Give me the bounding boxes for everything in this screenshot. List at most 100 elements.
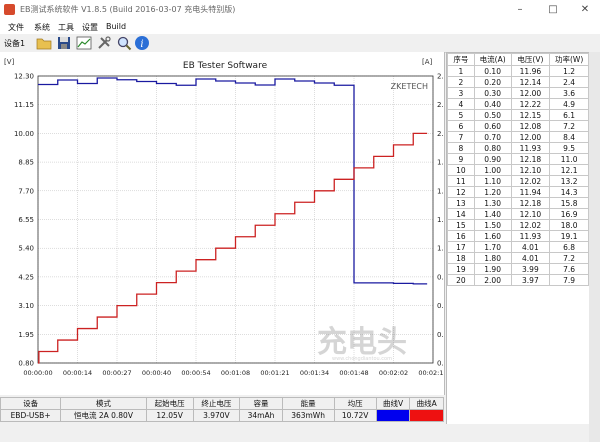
curve-v-swatch[interactable] (375, 409, 411, 422)
y-right-tick-label: 2.50 (437, 73, 444, 81)
cell-power: 18.0 (549, 219, 589, 231)
x-tick-label: 00:01:34 (300, 369, 329, 377)
window-title: EB测试系统软件 V1.8.5 (Build 2016-03-07 充电头特别版… (20, 5, 236, 14)
status-capacity: 34mAh (239, 409, 283, 422)
cell-voltage: 12.00 (510, 87, 551, 99)
cell-voltage: 3.99 (510, 263, 551, 275)
save-icon[interactable] (56, 35, 72, 51)
table-row[interactable]: 11 1.10 12.02 13.2 (447, 175, 589, 187)
cell-current: 1.50 (473, 219, 512, 231)
y-right-tick-label: 0.75 (437, 273, 444, 281)
menu-bar: 文件 系统 工具 设置 Build (0, 20, 600, 34)
table-row[interactable]: 20 2.00 3.97 7.9 (447, 274, 589, 286)
status-h-curve-a: 曲线A (409, 397, 444, 410)
table-row[interactable]: 15 1.50 12.02 18.0 (447, 219, 589, 231)
cell-voltage: 12.14 (510, 76, 551, 88)
folder-icon[interactable] (36, 35, 52, 51)
col-header-index[interactable]: 序号 (447, 53, 475, 66)
table-row[interactable]: 12 1.20 11.94 14.3 (447, 186, 589, 198)
cell-current: 1.70 (473, 241, 512, 253)
y-right-tick-label: 0.50 (437, 302, 444, 310)
status-mode: 恒电流 2A 0.80V (60, 409, 147, 422)
cell-voltage: 12.22 (510, 98, 551, 110)
table-row[interactable]: 8 0.80 11.93 9.5 (447, 142, 589, 154)
col-header-power[interactable]: 功率(W) (549, 53, 589, 66)
status-h-curve-v: 曲线V (375, 397, 411, 410)
status-avg-v: 10.72V (333, 409, 377, 422)
cell-power: 7.2 (549, 120, 589, 132)
curve-a-swatch[interactable] (409, 409, 444, 422)
menu-file[interactable]: 文件 (8, 22, 24, 33)
cell-current: 1.30 (473, 197, 512, 209)
menu-build[interactable]: Build (106, 22, 126, 31)
status-h-device: 设备 (0, 397, 62, 410)
status-header-row: 设备 模式 起始电压 终止电压 容量 能量 均压 曲线V 曲线A (0, 397, 444, 410)
table-row[interactable]: 3 0.30 12.00 3.6 (447, 87, 589, 99)
zketech-watermark: ZKETECH (391, 82, 428, 91)
cell-index: 15 (447, 219, 475, 231)
status-h-end-v: 终止电压 (192, 397, 241, 410)
cell-current: 2.00 (473, 274, 512, 286)
table-row[interactable]: 10 1.00 12.10 12.1 (447, 164, 589, 176)
cell-voltage: 12.10 (510, 208, 551, 220)
cell-index: 1 (447, 65, 475, 77)
maximize-button[interactable]: □ (538, 0, 568, 20)
table-header-row: 序号 电流(A) 电压(V) 功率(W) (447, 53, 589, 66)
x-tick-label: 00:01:08 (221, 369, 250, 377)
cell-current: 1.20 (473, 186, 512, 198)
left-axis-unit: [V] (4, 58, 15, 66)
search-icon[interactable] (116, 35, 132, 51)
cell-voltage: 3.97 (510, 274, 551, 286)
cell-voltage: 11.93 (510, 142, 551, 154)
data-table: 序号 电流(A) 电压(V) 功率(W) 1 0.10 11.96 1.2 2 0.20 1… (447, 53, 589, 286)
table-row[interactable]: 4 0.40 12.22 4.9 (447, 98, 589, 110)
status-end-v: 3.970V (192, 409, 241, 422)
status-energy: 363mWh (281, 409, 335, 422)
chart-icon[interactable] (76, 35, 92, 51)
menu-tools[interactable]: 工具 (58, 22, 74, 33)
col-header-voltage[interactable]: 电压(V) (510, 53, 551, 66)
y-left-tick-label: 7.70 (18, 187, 34, 195)
cell-voltage: 12.02 (510, 175, 551, 187)
chart-panel: EB Tester Software [V] [A] ZKETECH 12.30… (0, 52, 453, 395)
col-header-current[interactable]: 电流(A) (473, 53, 512, 66)
y-left-tick-label: 10.00 (14, 130, 34, 138)
table-row[interactable]: 17 1.70 4.01 6.8 (447, 241, 589, 253)
cell-voltage: 4.01 (510, 241, 551, 253)
x-tick-label: 00:02:15 (418, 369, 444, 377)
menu-system[interactable]: 系统 (34, 22, 50, 33)
table-row[interactable]: 7 0.70 12.00 8.4 (447, 131, 589, 143)
table-row[interactable]: 9 0.90 12.18 11.0 (447, 153, 589, 165)
cell-current: 0.50 (473, 109, 512, 121)
table-row[interactable]: 6 0.60 12.08 7.2 (447, 120, 589, 132)
cell-index: 2 (447, 76, 475, 88)
menu-settings[interactable]: 设置 (82, 22, 98, 33)
table-row[interactable]: 16 1.60 11.93 19.1 (447, 230, 589, 242)
voltage-series-line (38, 77, 428, 285)
y-right-tick-label: 1.25 (437, 216, 444, 224)
table-row[interactable]: 18 1.80 4.01 7.2 (447, 252, 589, 264)
info-icon[interactable]: i (134, 35, 150, 51)
cell-voltage: 12.02 (510, 219, 551, 231)
table-row[interactable]: 19 1.90 3.99 7.6 (447, 263, 589, 275)
close-button[interactable]: ✕ (570, 0, 600, 20)
title-bar: EB测试系统软件 V1.8.5 (Build 2016-03-07 充电头特别版… (0, 0, 600, 21)
cell-power: 19.1 (549, 230, 589, 242)
x-tick-label: 00:00:27 (102, 369, 131, 377)
table-row[interactable]: 5 0.50 12.15 6.1 (447, 109, 589, 121)
toolbar: 设备1 i (0, 34, 600, 53)
cell-current: 0.40 (473, 98, 512, 110)
x-tick-label: 00:01:48 (339, 369, 368, 377)
status-device: EBD-USB+ (0, 409, 62, 422)
tools-icon[interactable] (96, 35, 112, 51)
table-row[interactable]: 2 0.20 12.14 2.4 (447, 76, 589, 88)
table-row[interactable]: 14 1.40 12.10 16.9 (447, 208, 589, 220)
table-row[interactable]: 13 1.30 12.18 15.8 (447, 197, 589, 209)
scrollbar[interactable] (589, 52, 600, 442)
minimize-button[interactable]: – (505, 0, 535, 20)
x-tick-label: 00:00:54 (181, 369, 210, 377)
cell-power: 13.2 (549, 175, 589, 187)
cell-voltage: 12.18 (510, 197, 551, 209)
table-row[interactable]: 1 0.10 11.96 1.2 (447, 65, 589, 77)
cell-current: 0.90 (473, 153, 512, 165)
